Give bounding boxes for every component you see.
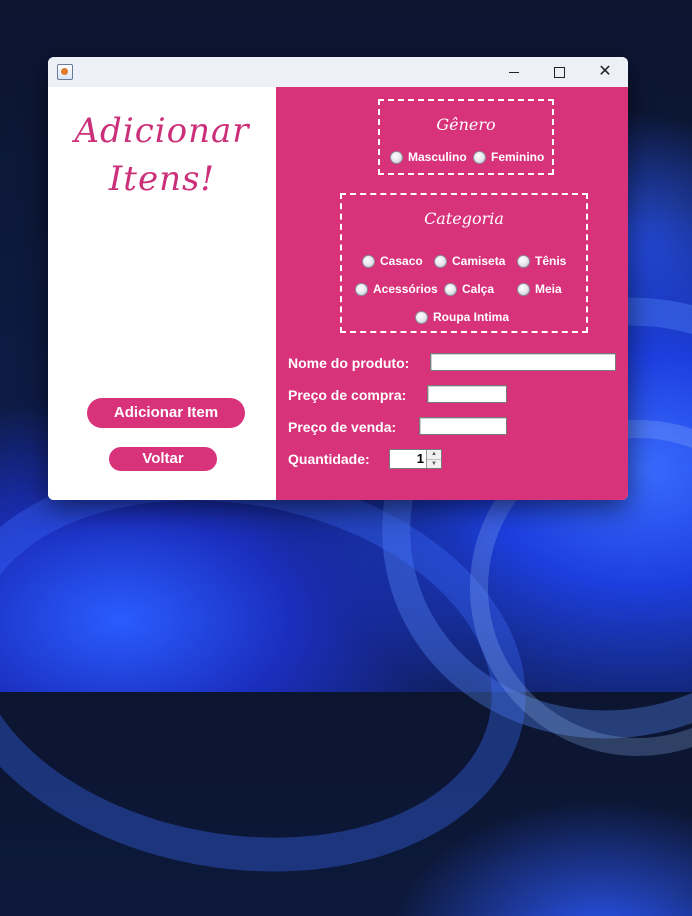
radio-circle-icon[interactable] <box>444 282 457 296</box>
radio-label: Tênis <box>535 254 567 268</box>
radio-masculino[interactable]: Masculino <box>390 150 467 164</box>
app-window: ✕ Adicionar Itens! Adicionar Item Voltar… <box>48 57 628 500</box>
radio-calca[interactable]: Calça <box>444 282 494 296</box>
purchase-price-label: Preço de compra: <box>288 387 407 403</box>
back-button[interactable]: Voltar <box>109 447 217 471</box>
radio-label: Meia <box>535 282 562 296</box>
add-item-button[interactable]: Adicionar Item <box>87 398 245 428</box>
gender-group-title: Gênero <box>436 115 496 134</box>
quantity-value[interactable]: 1 <box>417 451 424 466</box>
java-app-icon[interactable] <box>57 64 73 80</box>
left-panel: Adicionar Itens! Adicionar Item Voltar <box>48 87 276 500</box>
close-button[interactable]: ✕ <box>582 57 628 87</box>
radio-circle-icon[interactable] <box>434 254 447 268</box>
radio-label: Masculino <box>408 150 467 164</box>
minimize-icon <box>509 71 519 73</box>
radio-roupa-intima[interactable]: Roupa Intima <box>415 310 509 324</box>
radio-label: Camiseta <box>452 254 506 268</box>
radio-circle-icon[interactable] <box>517 254 530 268</box>
page-title: Adicionar Itens! <box>48 107 276 203</box>
radio-label: Calça <box>462 282 495 296</box>
page-title-line1: Adicionar <box>74 111 250 151</box>
title-bar[interactable]: ✕ <box>48 57 628 87</box>
radio-label: Roupa Intima <box>433 310 510 324</box>
decrement-icon[interactable]: ▼ <box>427 460 441 469</box>
radio-label: Acessórios <box>373 282 438 296</box>
radio-label: Feminino <box>491 150 545 164</box>
radio-camiseta[interactable]: Camiseta <box>434 254 505 268</box>
radio-meia[interactable]: Meia <box>517 282 562 296</box>
radio-feminino[interactable]: Feminino <box>473 150 544 164</box>
radio-acessorios[interactable]: Acessórios <box>355 282 438 296</box>
minimize-button[interactable] <box>491 57 537 87</box>
increment-icon[interactable]: ▲ <box>427 450 441 460</box>
product-name-label: Nome do produto: <box>288 355 410 371</box>
radio-casaco[interactable]: Casaco <box>362 254 423 268</box>
radio-circle-icon[interactable] <box>415 310 428 324</box>
quantity-label: Quantidade: <box>288 451 370 467</box>
sale-price-input[interactable] <box>419 417 507 435</box>
radio-circle-icon[interactable] <box>362 254 375 268</box>
sale-price-label: Preço de venda: <box>288 419 397 435</box>
purchase-price-input[interactable] <box>427 385 507 403</box>
category-group-title: Categoria <box>424 209 504 228</box>
quantity-stepper[interactable]: 1 ▲ ▼ <box>389 449 442 469</box>
gender-group: Gênero Masculino Feminino <box>378 99 554 175</box>
product-name-input[interactable] <box>430 353 616 371</box>
radio-circle-icon[interactable] <box>473 150 486 164</box>
right-panel: Gênero Masculino Feminino Categoria Casa… <box>276 87 628 500</box>
radio-tenis[interactable]: Tênis <box>517 254 566 268</box>
maximize-icon <box>553 66 565 78</box>
page-title-line2: Itens! <box>108 159 216 199</box>
radio-circle-icon[interactable] <box>517 282 530 296</box>
stepper-buttons: ▲ ▼ <box>426 450 441 468</box>
close-icon: ✕ <box>598 63 612 80</box>
radio-label: Casaco <box>380 254 423 268</box>
radio-circle-icon[interactable] <box>390 150 403 164</box>
radio-circle-icon[interactable] <box>355 282 368 296</box>
maximize-button[interactable] <box>536 57 582 87</box>
category-group: Categoria Casaco Camiseta Tênis Acessóri… <box>340 193 588 333</box>
